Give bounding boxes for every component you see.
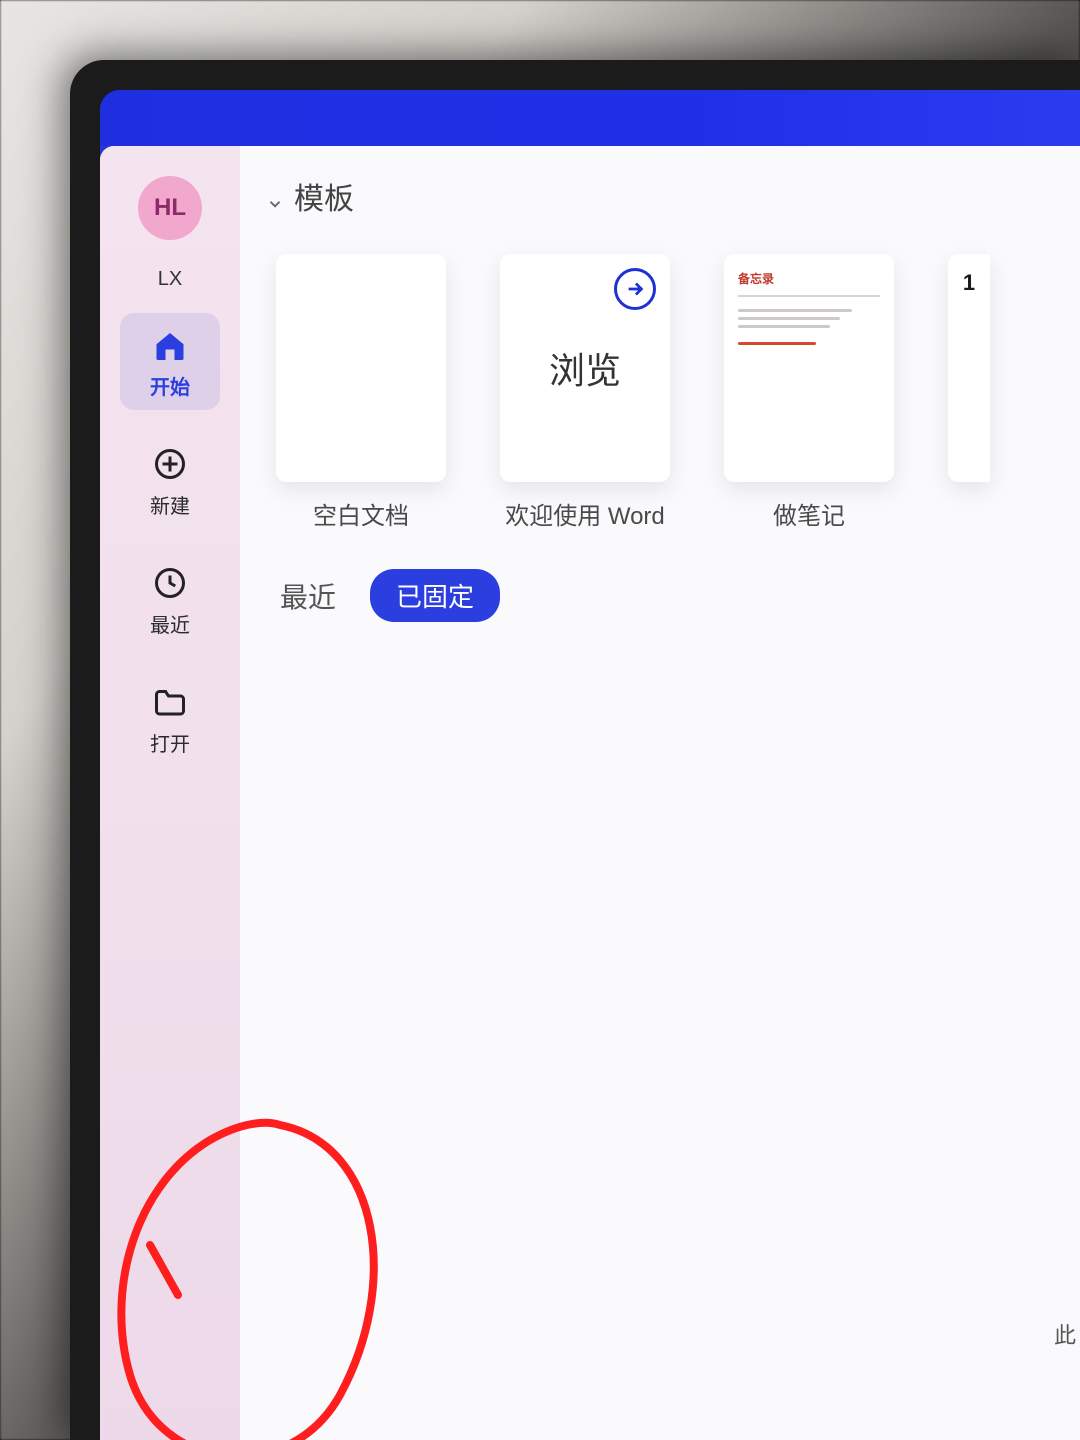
sidebar-item-label: 打开	[150, 728, 190, 757]
avatar-initials: HL	[154, 194, 186, 222]
template-partial-thumb: 1	[948, 254, 990, 482]
template-notes[interactable]: 备忘录 做笔记	[724, 254, 894, 531]
sidebar-item-label: 新建	[150, 490, 190, 519]
folder-icon	[150, 682, 190, 722]
avatar[interactable]: HL	[138, 176, 202, 240]
template-partial-thumb-label: 1	[963, 270, 975, 296]
clock-icon	[150, 563, 190, 603]
template-blank-thumb	[276, 254, 446, 482]
recent-hint-partial: 此	[1054, 1318, 1076, 1350]
chevron-down-icon	[266, 187, 284, 205]
home-icon	[150, 325, 190, 365]
sidebar-item-open[interactable]: 打开	[120, 670, 220, 767]
template-blank[interactable]: 空白文档	[276, 254, 446, 531]
template-row: 空白文档 浏览 欢迎使用 Word 备忘录	[266, 254, 1080, 531]
arrow-circle-icon	[614, 268, 656, 310]
titlebar-area	[100, 90, 1080, 146]
recent-documents-area: 此	[266, 642, 1080, 1440]
recent-tabs: 最近 已固定	[266, 569, 1080, 622]
templates-header-label: 模板	[294, 174, 354, 218]
plus-circle-icon	[150, 444, 190, 484]
template-partial[interactable]: 1	[948, 254, 990, 531]
sidebar-item-label: 最近	[150, 609, 190, 638]
tab-pinned[interactable]: 已固定	[370, 569, 500, 622]
notes-thumb-heading: 备忘录	[738, 270, 880, 287]
sidebar-item-home[interactable]: 开始	[120, 313, 220, 410]
template-welcome-thumb: 浏览	[500, 254, 670, 482]
template-welcome-thumb-label: 浏览	[549, 342, 621, 394]
screen: HL LX 开始 新建	[100, 90, 1080, 1440]
sidebar: HL LX 开始 新建	[100, 146, 240, 1440]
sidebar-item-new[interactable]: 新建	[120, 432, 220, 529]
tab-recent[interactable]: 最近	[276, 570, 340, 622]
avatar-name: LX	[158, 268, 182, 291]
word-start-window: HL LX 开始 新建	[100, 146, 1080, 1440]
template-caption: 做笔记	[773, 496, 845, 531]
template-caption: 空白文档	[313, 496, 409, 531]
sidebar-item-recent[interactable]: 最近	[120, 551, 220, 648]
laptop-bezel: HL LX 开始 新建	[70, 60, 1080, 1440]
template-caption: 欢迎使用 Word	[505, 496, 665, 531]
sidebar-item-label: 开始	[150, 371, 190, 400]
template-welcome[interactable]: 浏览 欢迎使用 Word	[500, 254, 670, 531]
templates-header[interactable]: 模板	[266, 174, 1080, 218]
main-panel: 模板 空白文档 浏览 欢迎使用 Word	[240, 146, 1080, 1440]
template-notes-thumb: 备忘录	[724, 254, 894, 482]
